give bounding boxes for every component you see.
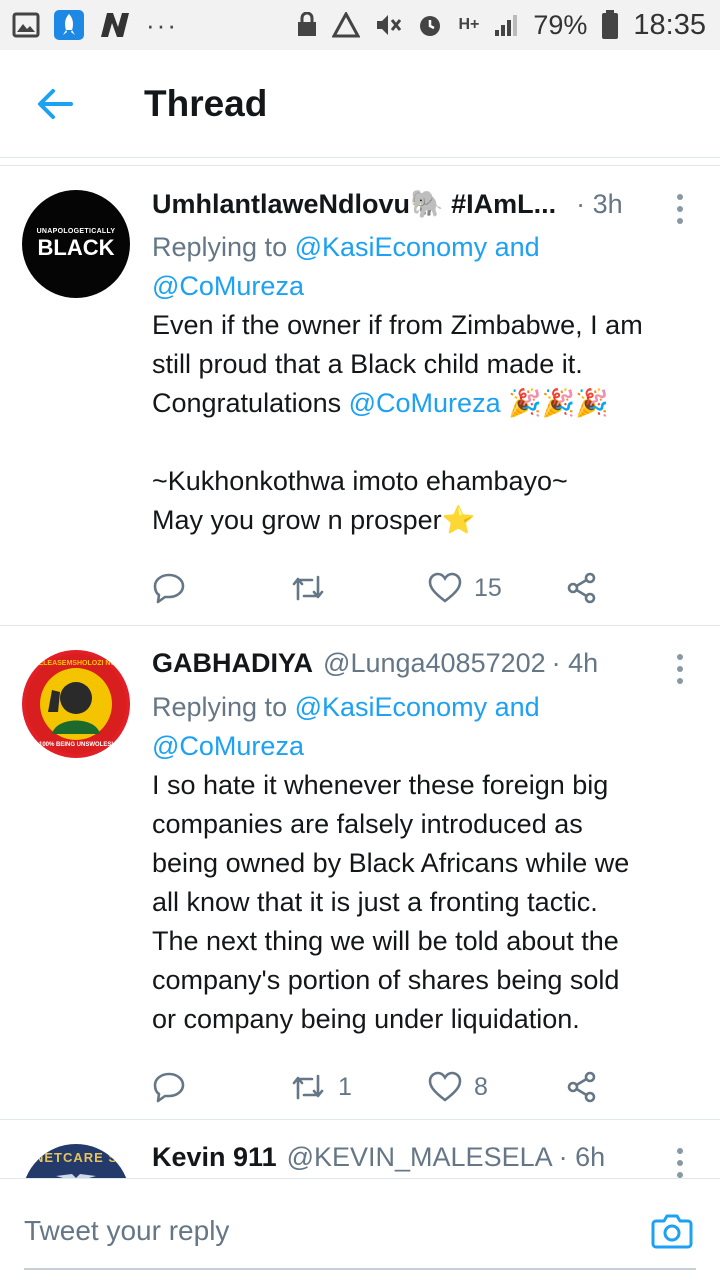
tweet-line: or company being under liquidation.	[152, 1004, 580, 1034]
tweet-line: all know that it is just a fronting tact…	[152, 887, 598, 917]
like-count: 8	[474, 1072, 488, 1101]
tweet-line: company's portion of shares being sold	[152, 965, 620, 995]
replying-and: and	[487, 692, 540, 722]
tweet-line: being owned by Black Africans while we	[152, 848, 630, 878]
avatar[interactable]: NETCARE S	[22, 1144, 130, 1178]
battery-percent: 79%	[533, 9, 588, 40]
reply-composer: Tweet your reply	[0, 1178, 720, 1280]
user-name[interactable]: GABHADIYA	[152, 648, 313, 679]
tweet-line: still proud that a Black child made it.	[152, 349, 583, 379]
share-button[interactable]	[566, 1071, 598, 1103]
alarm-icon	[416, 10, 444, 40]
tweet-text: Even if the owner if from Zimbabwe, I am…	[152, 306, 692, 540]
retweet-icon	[292, 575, 324, 601]
reply-input[interactable]: Tweet your reply	[24, 1215, 229, 1247]
reply-icon	[153, 573, 185, 604]
tweet-line: I so hate it whenever these foreign big	[152, 770, 609, 800]
tweet-actions: 15	[152, 540, 692, 636]
status-left-icons: ···	[12, 10, 178, 40]
clock: 18:35	[633, 8, 706, 41]
replying-to: Replying to @KasiEconomy and @CoMureza	[152, 688, 692, 766]
tweet-time: · 3h	[576, 189, 623, 219]
more-notifications-icon: ···	[146, 9, 178, 40]
gallery-icon	[12, 10, 40, 40]
tweet-card[interactable]: NETCARE S Kevin 911 @KEVIN_MALESELA · 6h	[0, 1120, 720, 1178]
mention-link[interactable]: @CoMureza	[349, 388, 501, 418]
like-button[interactable]: 15	[428, 572, 566, 604]
n-app-icon	[98, 10, 132, 40]
page-title: Thread	[144, 82, 268, 124]
input-underline	[24, 1268, 696, 1270]
avatar[interactable]: #RELEASEMSHOLOZI NOW 100% BEING UNSWOLES…	[22, 650, 130, 758]
avatar-caption-bottom: 100% BEING UNSWOLESI	[38, 742, 113, 748]
more-options-icon[interactable]	[670, 654, 690, 688]
tweet-text: I so hate it whenever these foreign big …	[152, 766, 692, 1039]
camera-icon	[651, 1214, 693, 1249]
warning-icon	[332, 10, 361, 40]
mention-link[interactable]: @KasiEconomy	[295, 232, 487, 262]
user-name[interactable]: UmhlantlaweNdlovu🐘 #IAmL...	[152, 188, 556, 220]
signal-icon	[493, 10, 519, 40]
avatar-caption-big: BLACK	[37, 234, 115, 260]
like-button[interactable]: 8	[428, 1071, 566, 1103]
tweet-line: companies are falsely introduced as	[152, 809, 583, 839]
mention-link[interactable]: @CoMureza	[152, 731, 304, 761]
rocket-app-icon	[54, 10, 84, 40]
tweet-line: May you grow n prosper⭐	[152, 505, 476, 535]
status-bar: ··· H+ 79% 18:35	[0, 0, 720, 50]
party-emoji: 🎉🎉🎉	[500, 388, 609, 418]
back-button[interactable]	[0, 50, 110, 158]
tweet-line: ~Kukhonkothwa imoto ehambayo~	[152, 466, 568, 496]
retweet-button[interactable]: 1	[290, 1070, 428, 1104]
arrow-left-icon	[38, 88, 73, 119]
replying-prefix: Replying to	[152, 232, 295, 262]
tweet-time: · 4h	[551, 648, 599, 678]
battery-icon	[601, 10, 619, 40]
wings-logo-icon	[56, 1174, 96, 1178]
lock-icon	[296, 10, 318, 40]
user-handle[interactable]: @Lunga40857202	[323, 648, 546, 679]
thread-feed[interactable]: UNAPOLOGETICALLY BLACK UmhlantlaweNdlovu…	[0, 166, 720, 1178]
reply-icon	[153, 1072, 185, 1103]
status-right-icons: H+ 79% 18:35	[296, 9, 706, 42]
replying-and: and	[487, 232, 540, 262]
replying-prefix: Replying to	[152, 692, 295, 722]
more-options-icon[interactable]	[670, 1148, 690, 1178]
network-type-icon: H+	[458, 16, 480, 33]
tweet-card[interactable]: UNAPOLOGETICALLY BLACK UmhlantlaweNdlovu…	[0, 166, 720, 626]
mention-link[interactable]: @KasiEconomy	[295, 692, 487, 722]
tweet-blank-line	[152, 423, 692, 462]
heart-icon	[428, 1071, 462, 1102]
tweet-header: GABHADIYA @Lunga40857202 · 4h	[152, 648, 692, 688]
tweet-header: Kevin 911 @KEVIN_MALESELA · 6h	[152, 1142, 692, 1178]
avatar-caption-top: #RELEASEMSHOLOZI NOW	[29, 660, 123, 667]
share-icon	[567, 1071, 596, 1103]
retweet-count: 1	[338, 1072, 352, 1101]
more-options-icon[interactable]	[670, 194, 690, 228]
avatar-caption-small: UNAPOLOGETICALLY	[36, 227, 116, 235]
replying-to: Replying to @KasiEconomy and @CoMureza	[152, 228, 692, 306]
tweet-line: Congratulations @CoMureza 🎉🎉🎉	[152, 384, 692, 423]
mention-link[interactable]: @CoMureza	[152, 271, 304, 301]
mute-icon	[374, 10, 402, 40]
tweet-line-text: Congratulations	[152, 388, 349, 418]
user-name[interactable]: Kevin 911	[152, 1142, 277, 1173]
retweet-icon	[292, 1074, 324, 1100]
retweet-button[interactable]	[290, 571, 428, 605]
share-button[interactable]	[566, 572, 598, 604]
like-count: 15	[474, 573, 502, 602]
avatar[interactable]: UNAPOLOGETICALLY BLACK	[22, 190, 130, 298]
camera-button[interactable]	[650, 1209, 694, 1253]
reply-button[interactable]	[152, 1070, 290, 1104]
user-handle[interactable]: @KEVIN_MALESELA	[287, 1142, 553, 1173]
tweet-time: · 6h	[558, 1142, 606, 1172]
tweet-card[interactable]: #RELEASEMSHOLOZI NOW 100% BEING UNSWOLES…	[0, 626, 720, 1120]
app-bar: Thread	[0, 50, 720, 158]
tweet-line: Even if the owner if from Zimbabwe, I am	[152, 310, 643, 340]
tweet-line: The next thing we will be told about the	[152, 926, 619, 956]
tweet-header: UmhlantlaweNdlovu🐘 #IAmL... · 3h	[152, 188, 692, 228]
heart-icon	[428, 572, 462, 603]
share-icon	[567, 572, 596, 604]
reply-button[interactable]	[152, 571, 290, 605]
